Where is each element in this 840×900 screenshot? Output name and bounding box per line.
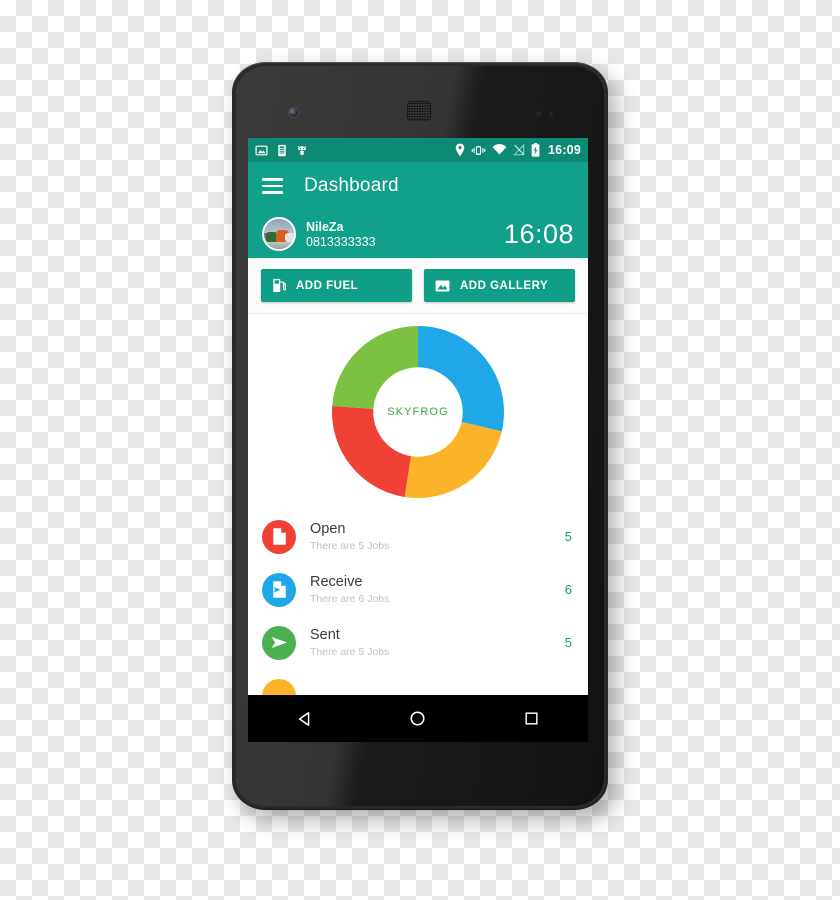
list-item[interactable]: Open There are 5 Jobs 5 bbox=[248, 510, 588, 563]
android-robot-icon bbox=[297, 145, 307, 155]
status-bar: 16:09 bbox=[248, 138, 588, 162]
earpiece-speaker-icon bbox=[407, 101, 431, 121]
page-title: Dashboard bbox=[304, 175, 399, 196]
proximity-sensor-icon bbox=[536, 111, 541, 116]
job-status-list: Open There are 5 Jobs 5 Receive There ar… bbox=[248, 510, 588, 722]
user-info-bar[interactable]: NileZa 0813333333 16:08 bbox=[248, 210, 588, 258]
list-item-text: Receive There are 6 Jobs bbox=[310, 574, 389, 605]
light-sensor-icon bbox=[549, 112, 553, 116]
image-icon bbox=[255, 145, 268, 155]
list-item-count: 5 bbox=[564, 635, 572, 650]
list-item-count: 6 bbox=[564, 582, 572, 597]
sim-card-icon bbox=[278, 144, 286, 156]
status-bar-clock: 16:09 bbox=[548, 143, 581, 157]
back-triangle-icon[interactable] bbox=[279, 695, 331, 742]
gallery-image-icon bbox=[435, 280, 450, 291]
android-navigation-bar bbox=[248, 695, 588, 742]
action-button-row: ADD FUEL ADD GALLERY bbox=[248, 258, 588, 314]
home-circle-icon[interactable] bbox=[392, 695, 444, 742]
header-clock: 16:08 bbox=[503, 218, 574, 249]
avatar[interactable] bbox=[262, 217, 296, 251]
add-gallery-label: ADD GALLERY bbox=[460, 279, 549, 292]
list-item-title: Receive bbox=[310, 573, 363, 590]
vibrate-icon bbox=[471, 145, 486, 155]
send-paper-plane-icon bbox=[262, 625, 296, 660]
list-item-text: Sent There are 5 Jobs bbox=[310, 627, 389, 658]
phone-screen: 16:09 Dashboard NileZa 0813333333 16:08 bbox=[248, 138, 588, 742]
list-item-subtitle: There are 5 Jobs bbox=[310, 539, 390, 552]
battery-charging-icon bbox=[531, 143, 540, 157]
list-item[interactable]: Sent There are 5 Jobs 5 bbox=[248, 616, 588, 669]
fuel-pump-icon bbox=[273, 278, 286, 293]
donut-segment-sent[interactable] bbox=[404, 422, 502, 498]
add-fuel-button[interactable]: ADD FUEL bbox=[261, 269, 412, 302]
list-item[interactable]: Receive There are 6 Jobs 6 bbox=[248, 563, 588, 616]
front-camera-icon bbox=[289, 108, 298, 117]
user-name: NileZa bbox=[306, 219, 344, 234]
list-item-title: Open bbox=[310, 520, 346, 537]
recents-square-icon[interactable] bbox=[505, 695, 557, 742]
list-item-count: 5 bbox=[564, 529, 572, 544]
location-pin-icon bbox=[455, 143, 465, 157]
document-open-icon bbox=[262, 519, 296, 554]
document-receive-icon bbox=[262, 572, 296, 607]
donut-segment-pending[interactable] bbox=[332, 326, 418, 409]
jobs-donut-chart: SKYFROG bbox=[248, 314, 588, 510]
list-item-subtitle: There are 5 Jobs bbox=[310, 645, 390, 658]
wifi-icon bbox=[492, 144, 507, 155]
hamburger-menu-icon[interactable] bbox=[262, 178, 283, 194]
app-bar: Dashboard bbox=[248, 162, 588, 210]
list-item-text: Open There are 5 Jobs bbox=[310, 521, 389, 552]
add-fuel-label: ADD FUEL bbox=[296, 279, 359, 292]
status-bar-left-icons bbox=[255, 144, 308, 157]
signal-off-icon bbox=[513, 144, 525, 156]
donut-segment-open[interactable] bbox=[332, 406, 412, 497]
user-meta: NileZa 0813333333 bbox=[306, 220, 376, 249]
donut-center-label: SKYFROG bbox=[387, 406, 449, 418]
status-bar-right-icons: 16:09 bbox=[455, 143, 581, 157]
user-phone-number: 0813333333 bbox=[306, 234, 376, 249]
list-item-subtitle: There are 6 Jobs bbox=[310, 592, 390, 605]
add-gallery-button[interactable]: ADD GALLERY bbox=[424, 269, 575, 302]
list-item-title: Sent bbox=[310, 626, 340, 643]
